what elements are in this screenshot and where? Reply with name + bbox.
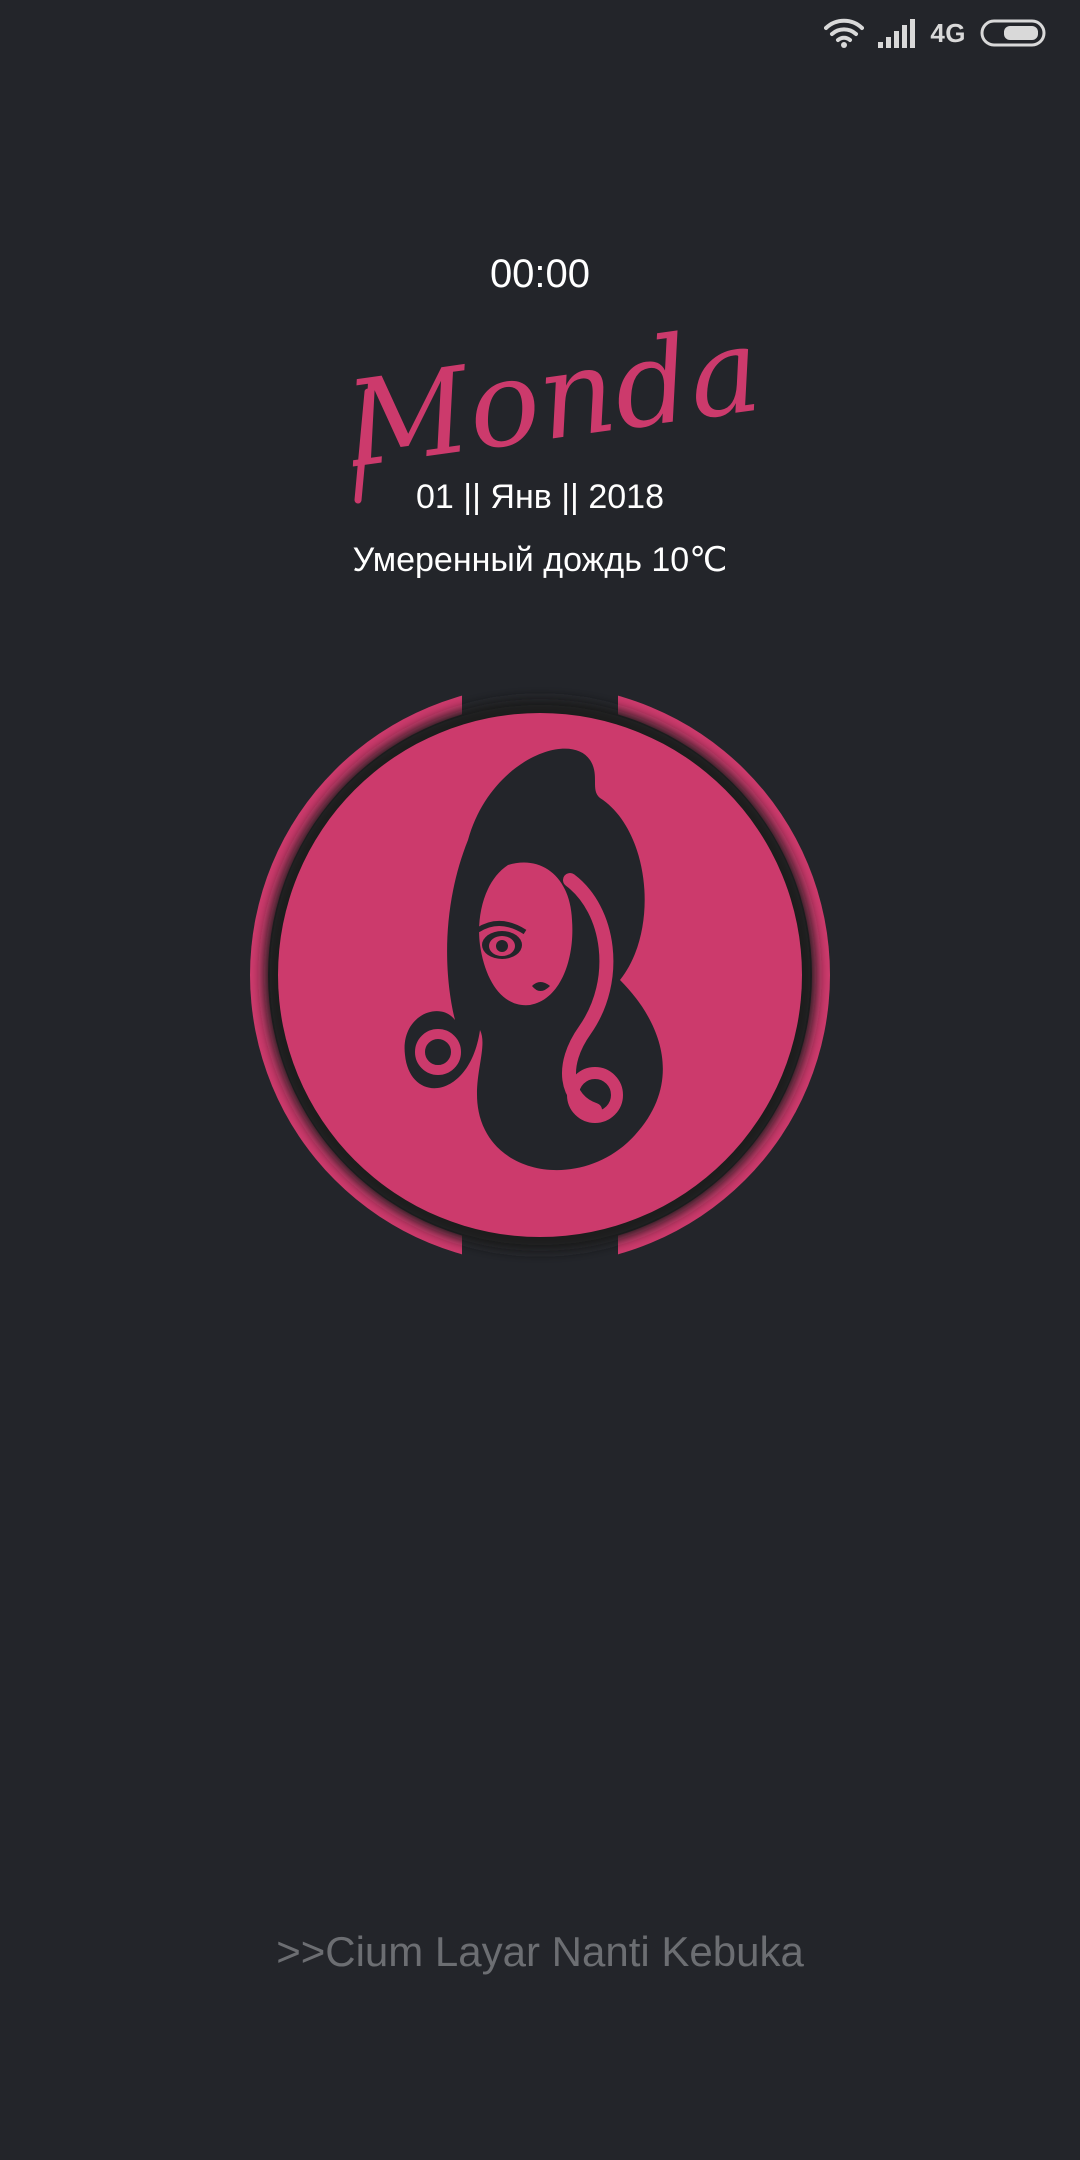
weather-label: Умеренный дождь 10℃ xyxy=(352,541,728,579)
wifi-icon xyxy=(824,17,865,49)
day-name: Monday xyxy=(340,300,760,494)
date-label: 01 || Янв || 2018 xyxy=(416,478,664,516)
unlock-hint[interactable]: >>Cium Layar Nanti Kebuka xyxy=(0,1928,1080,1976)
cell-signal-icon xyxy=(878,18,916,48)
battery-icon xyxy=(980,19,1046,47)
network-type-label: 4G xyxy=(930,17,966,48)
lockscreen: 4G 00:00 Monday 01 || Янв || 2018 Умерен… xyxy=(0,0,1080,2160)
clock-time: 00:00 xyxy=(489,252,591,296)
status-bar: 4G xyxy=(824,0,1080,66)
girl-silhouette-icon xyxy=(240,680,840,1270)
